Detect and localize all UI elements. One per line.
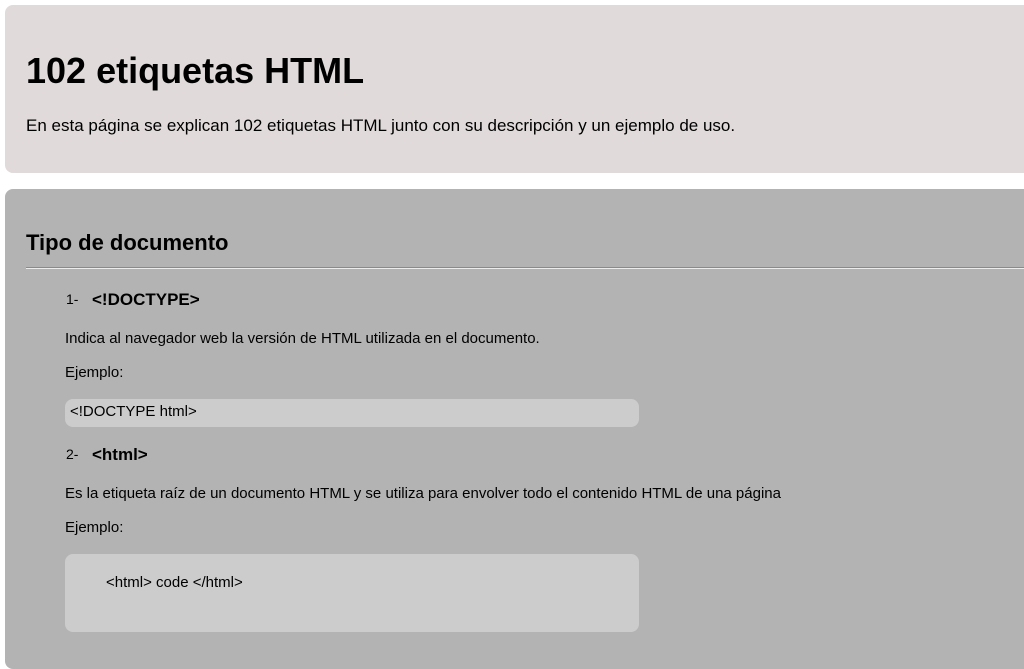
tag-number: 2-: [66, 446, 79, 462]
example-code: <html> code </html>: [106, 574, 243, 591]
section-title: Tipo de documento: [26, 230, 229, 255]
example-label: Ejemplo:: [65, 364, 124, 381]
example-code: <!DOCTYPE html>: [70, 403, 197, 420]
page-header: 102 etiquetas HTML En esta página se exp…: [5, 5, 1024, 173]
section-document-type: Tipo de documento 1- <!DOCTYPE> Indica a…: [5, 189, 1024, 669]
tag-number: 1-: [66, 291, 79, 307]
tag-name: <!DOCTYPE>: [92, 290, 200, 309]
example-label: Ejemplo:: [65, 519, 124, 536]
tag-name: <html>: [92, 445, 148, 464]
section-divider: [26, 267, 1024, 269]
tag-description: Es la etiqueta raíz de un documento HTML…: [65, 485, 781, 502]
tag-description: Indica al navegador web la versión de HT…: [65, 330, 540, 347]
example-code-box: <!DOCTYPE html>: [65, 399, 639, 427]
example-code-box: <html> code </html>: [65, 554, 639, 632]
page-title: 102 etiquetas HTML: [26, 50, 365, 91]
page-intro: En esta página se explican 102 etiquetas…: [26, 116, 736, 135]
